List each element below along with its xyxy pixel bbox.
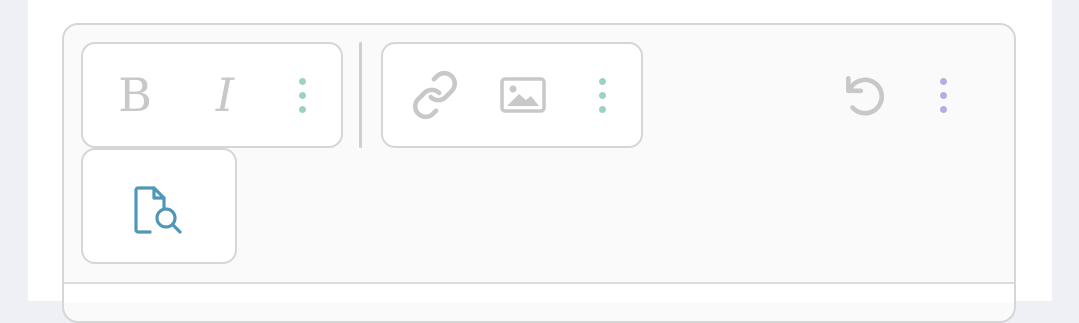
undo-button[interactable] bbox=[834, 64, 896, 126]
vertical-ellipsis-icon bbox=[939, 77, 947, 113]
image-icon bbox=[500, 77, 546, 113]
vertical-ellipsis-icon bbox=[298, 77, 306, 113]
insert-link-button[interactable] bbox=[404, 64, 466, 126]
undo-icon bbox=[846, 76, 884, 116]
editor-content-area[interactable] bbox=[64, 282, 1014, 303]
preview-button[interactable] bbox=[120, 180, 200, 240]
more-insert-options-button[interactable] bbox=[584, 68, 620, 122]
italic-label: I bbox=[215, 68, 235, 122]
more-toolbar-options-button[interactable] bbox=[925, 68, 961, 122]
link-icon bbox=[412, 70, 458, 120]
vertical-ellipsis-icon bbox=[598, 77, 606, 113]
bold-button[interactable]: B bbox=[104, 64, 166, 126]
toolbar-separator bbox=[359, 42, 362, 148]
insert-image-button[interactable] bbox=[492, 64, 554, 126]
more-format-options-button[interactable] bbox=[284, 68, 320, 122]
file-search-icon bbox=[134, 186, 182, 234]
italic-button[interactable]: I bbox=[194, 64, 256, 126]
bold-label: B bbox=[118, 68, 152, 122]
